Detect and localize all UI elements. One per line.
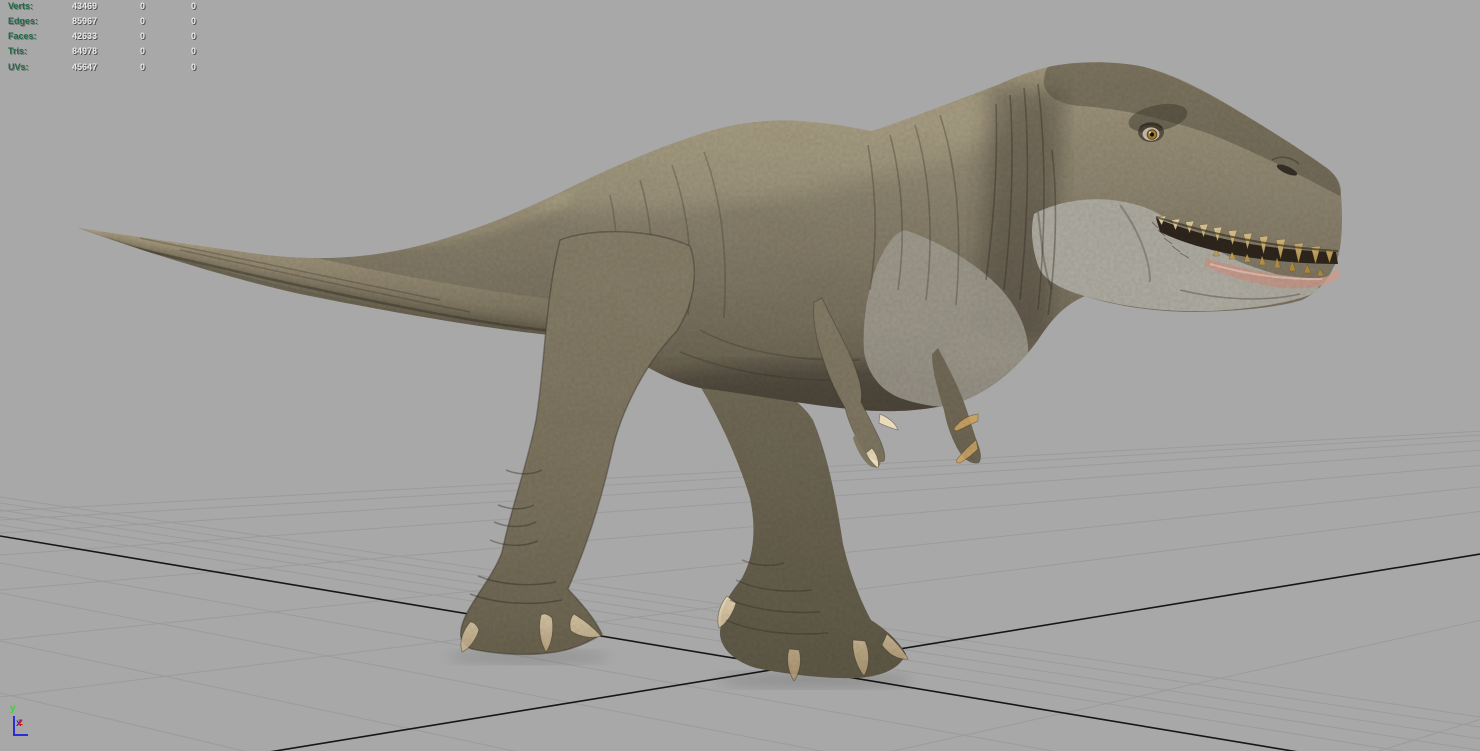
hud-tris-col2: 0 xyxy=(139,46,145,56)
hud-verts-label: Verts: xyxy=(8,1,34,11)
grid-line xyxy=(0,464,1480,591)
application-window: Verts: 43469 0 0 Edges: 85967 0 0 Faces:… xyxy=(0,0,1480,751)
hud-uvs-label: UVs: xyxy=(8,62,29,72)
grid-line xyxy=(0,692,247,751)
hud-row-edges: Edges: 85967 0 0 xyxy=(0,16,220,27)
axis-y-line xyxy=(13,716,15,735)
hud-verts-total: 43469 xyxy=(71,1,97,11)
poly-count-hud: Verts: 43469 0 0 Edges: 85967 0 0 Faces:… xyxy=(0,0,220,80)
axis-z-label: z xyxy=(18,717,23,728)
hud-edges-col2: 0 xyxy=(139,16,145,26)
hud-uvs-col2: 0 xyxy=(139,62,145,72)
hud-row-verts: Verts: 43469 0 0 xyxy=(0,1,220,12)
hud-faces-label: Faces: xyxy=(8,31,37,41)
hud-row-tris: Tris: 84978 0 0 xyxy=(0,46,220,57)
hud-tris-col3: 0 xyxy=(190,46,196,56)
hud-edges-total: 85967 xyxy=(71,16,97,26)
hud-tris-total: 84978 xyxy=(71,46,97,56)
hud-tris-label: Tris: xyxy=(8,46,28,56)
hud-row-uvs: UVs: 45647 0 0 xyxy=(0,62,220,73)
viewport-canvas[interactable] xyxy=(0,0,1480,751)
hud-edges-label: Edges: xyxy=(8,16,39,26)
hud-verts-col2: 0 xyxy=(139,1,145,11)
hud-edges-col3: 0 xyxy=(190,16,196,26)
trex-far-leg xyxy=(700,382,909,682)
hud-uvs-col3: 0 xyxy=(190,62,196,72)
hud-faces-col3: 0 xyxy=(190,31,196,41)
hud-row-faces: Faces: 42633 0 0 xyxy=(0,31,220,42)
hud-faces-total: 42633 xyxy=(71,31,97,41)
axis-y-label: y xyxy=(10,703,16,714)
hud-faces-col2: 0 xyxy=(139,31,145,41)
axis-z-line xyxy=(13,734,28,736)
view-axis-gizmo: y x z xyxy=(8,703,52,747)
hud-uvs-total: 45647 xyxy=(71,62,97,72)
hud-verts-col3: 0 xyxy=(190,1,196,11)
